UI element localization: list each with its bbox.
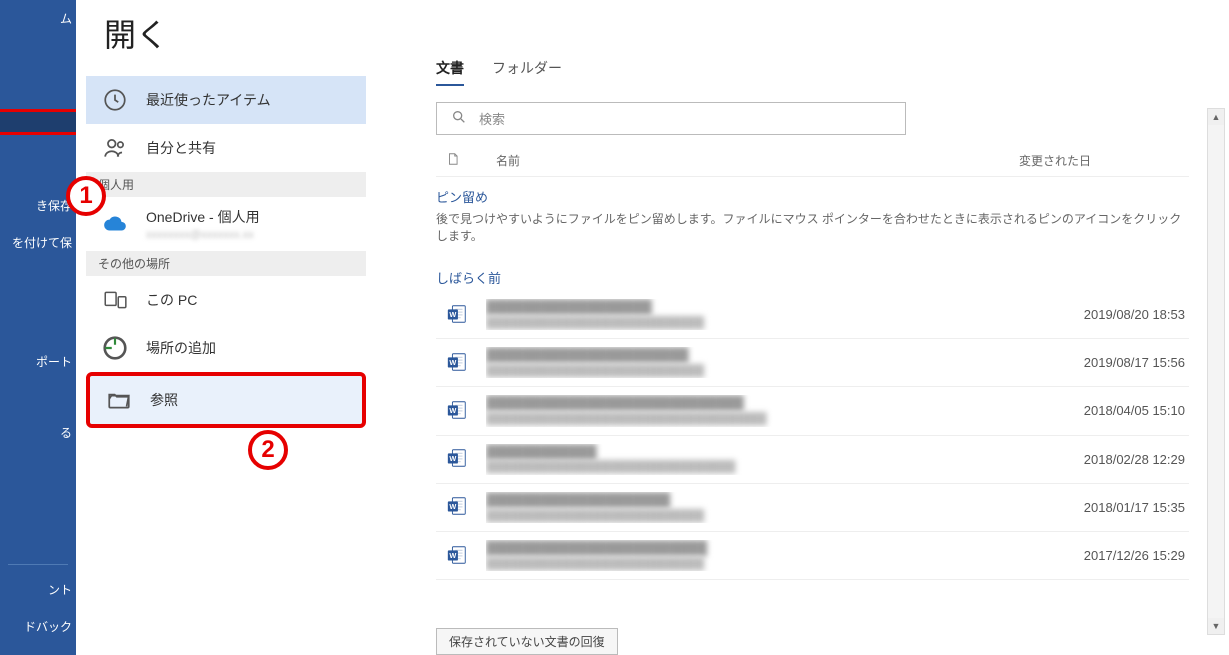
scroll-up-arrow[interactable]: ▲: [1208, 109, 1224, 125]
file-row[interactable]: W ██████████████████████████████████████…: [436, 387, 1189, 435]
location-this-pc[interactable]: この PC: [86, 276, 366, 324]
file-name: ██████████████████: [486, 299, 1070, 316]
navrail-item[interactable]: ム: [0, 0, 76, 37]
recover-unsaved-button[interactable]: 保存されていない文書の回復: [436, 628, 618, 655]
annotation-1: 1: [66, 176, 106, 216]
file-path: ████████████████████████████████████: [486, 412, 1070, 426]
backstage-navrail: ム き保存 を付けて保 ポート る ント ドバック: [0, 0, 76, 655]
file-path: ████████████████████████████: [486, 364, 1070, 378]
clock-icon: [98, 86, 132, 114]
file-name: ████████████████████████████: [486, 395, 1070, 412]
file-row[interactable]: W ██████████████████████████████████████…: [436, 291, 1189, 339]
file-modified-date: 2018/01/17 15:35: [1084, 500, 1185, 515]
recent-section-label: しばらく前: [436, 268, 1189, 287]
file-name: ████████████████████████: [486, 540, 1070, 557]
location-label: 場所の追加: [146, 338, 216, 358]
file-modified-date: 2018/02/28 12:29: [1084, 452, 1185, 467]
word-document-icon: W: [446, 544, 470, 568]
svg-text:W: W: [449, 551, 456, 560]
location-group-personal: 個人用: [86, 172, 366, 197]
locations-panel: 開く 最近使ったアイテム 自分と共有 個人用 OneDr: [76, 0, 396, 655]
file-modified-date: 2019/08/17 15:56: [1084, 355, 1185, 370]
column-modified[interactable]: 変更された日: [1019, 152, 1179, 169]
file-row[interactable]: W ██████████████████████████████████████…: [436, 532, 1189, 580]
file-row[interactable]: W ██████████████████████████████████████…: [436, 484, 1189, 532]
tab-documents[interactable]: 文書: [436, 58, 464, 86]
svg-text:W: W: [449, 454, 456, 463]
word-document-icon: W: [446, 495, 470, 519]
pc-icon: [98, 286, 132, 314]
onedrive-account: xxxxxxxx@xxxxxxx.xx: [146, 229, 260, 241]
file-path: ████████████████████████████: [486, 509, 1070, 523]
page-title: 開く: [76, 0, 396, 76]
svg-text:W: W: [449, 406, 456, 415]
main-content: 文書 フォルダー 検索 名前 変更された日 ピン留め 後で見つけやすいようにファ…: [396, 0, 1229, 655]
file-path: ████████████████████████████: [486, 557, 1070, 571]
file-icon-header: [446, 151, 460, 170]
search-icon: [451, 109, 467, 128]
file-modified-date: 2019/08/20 18:53: [1084, 307, 1185, 322]
tab-folders[interactable]: フォルダー: [492, 58, 562, 86]
cloud-icon: [98, 210, 132, 238]
file-modified-date: 2017/12/26 15:29: [1084, 548, 1185, 563]
svg-text:W: W: [449, 358, 456, 367]
location-label: OneDrive - 個人用 xxxxxxxx@xxxxxxx.xx: [146, 207, 260, 241]
annotation-2: 2: [248, 430, 288, 470]
file-list: W ██████████████████████████████████████…: [436, 291, 1189, 580]
pinned-section-label: ピン留め: [436, 187, 1189, 206]
pinned-section-desc: 後で見つけやすいようにファイルをピン留めします。ファイルにマウス ポインターを合…: [436, 210, 1189, 244]
location-group-other: その他の場所: [86, 251, 366, 276]
location-browse[interactable]: 参照: [86, 372, 366, 428]
location-add-place[interactable]: 場所の追加: [86, 324, 366, 372]
location-shared[interactable]: 自分と共有: [86, 124, 366, 172]
word-document-icon: W: [446, 447, 470, 471]
word-document-icon: W: [446, 303, 470, 327]
folder-open-icon: [102, 386, 136, 414]
search-placeholder: 検索: [479, 109, 505, 128]
location-label: 参照: [150, 390, 178, 410]
file-row[interactable]: W ██████████████████████████████████████…: [436, 436, 1189, 484]
navrail-item-close[interactable]: る: [0, 414, 76, 451]
file-modified-date: 2018/04/05 15:10: [1084, 403, 1185, 418]
content-tabs: 文書 フォルダー: [436, 58, 1189, 86]
file-path: ████████████████████████████████: [486, 460, 1070, 474]
svg-text:W: W: [449, 310, 456, 319]
scroll-down-arrow[interactable]: ▼: [1208, 618, 1224, 634]
file-path: ████████████████████████████: [486, 316, 1070, 330]
file-name: ████████████: [486, 444, 1070, 461]
navrail-item-export[interactable]: ポート: [0, 343, 76, 380]
navrail-item-feedback[interactable]: ドバック: [0, 608, 76, 645]
people-icon: [98, 134, 132, 162]
location-onedrive[interactable]: OneDrive - 個人用 xxxxxxxx@xxxxxxx.xx: [86, 197, 366, 251]
navrail-item-save-as[interactable]: を付けて保: [0, 224, 76, 261]
vertical-scrollbar[interactable]: ▲ ▼: [1207, 108, 1225, 635]
scroll-track[interactable]: [1208, 125, 1224, 618]
location-label: 最近使ったアイテム: [146, 90, 271, 110]
file-name: ████████████████████: [486, 492, 1070, 509]
location-recent[interactable]: 最近使ったアイテム: [86, 76, 366, 124]
search-input[interactable]: 検索: [436, 102, 906, 135]
location-label: この PC: [146, 290, 197, 310]
navrail-item-overwrite-save[interactable]: き保存: [0, 187, 76, 224]
word-document-icon: W: [446, 351, 470, 375]
add-location-icon: [98, 334, 132, 362]
word-document-icon: W: [446, 399, 470, 423]
file-name: ██████████████████████: [486, 347, 1070, 364]
columns-header: 名前 変更された日: [436, 145, 1189, 177]
svg-text:W: W: [449, 503, 456, 512]
location-label: 自分と共有: [146, 138, 216, 158]
navrail-item-open[interactable]: [0, 109, 79, 135]
column-name[interactable]: 名前: [496, 152, 1019, 169]
file-row[interactable]: W ██████████████████████████████████████…: [436, 339, 1189, 387]
navrail-item-account[interactable]: ント: [0, 571, 76, 608]
